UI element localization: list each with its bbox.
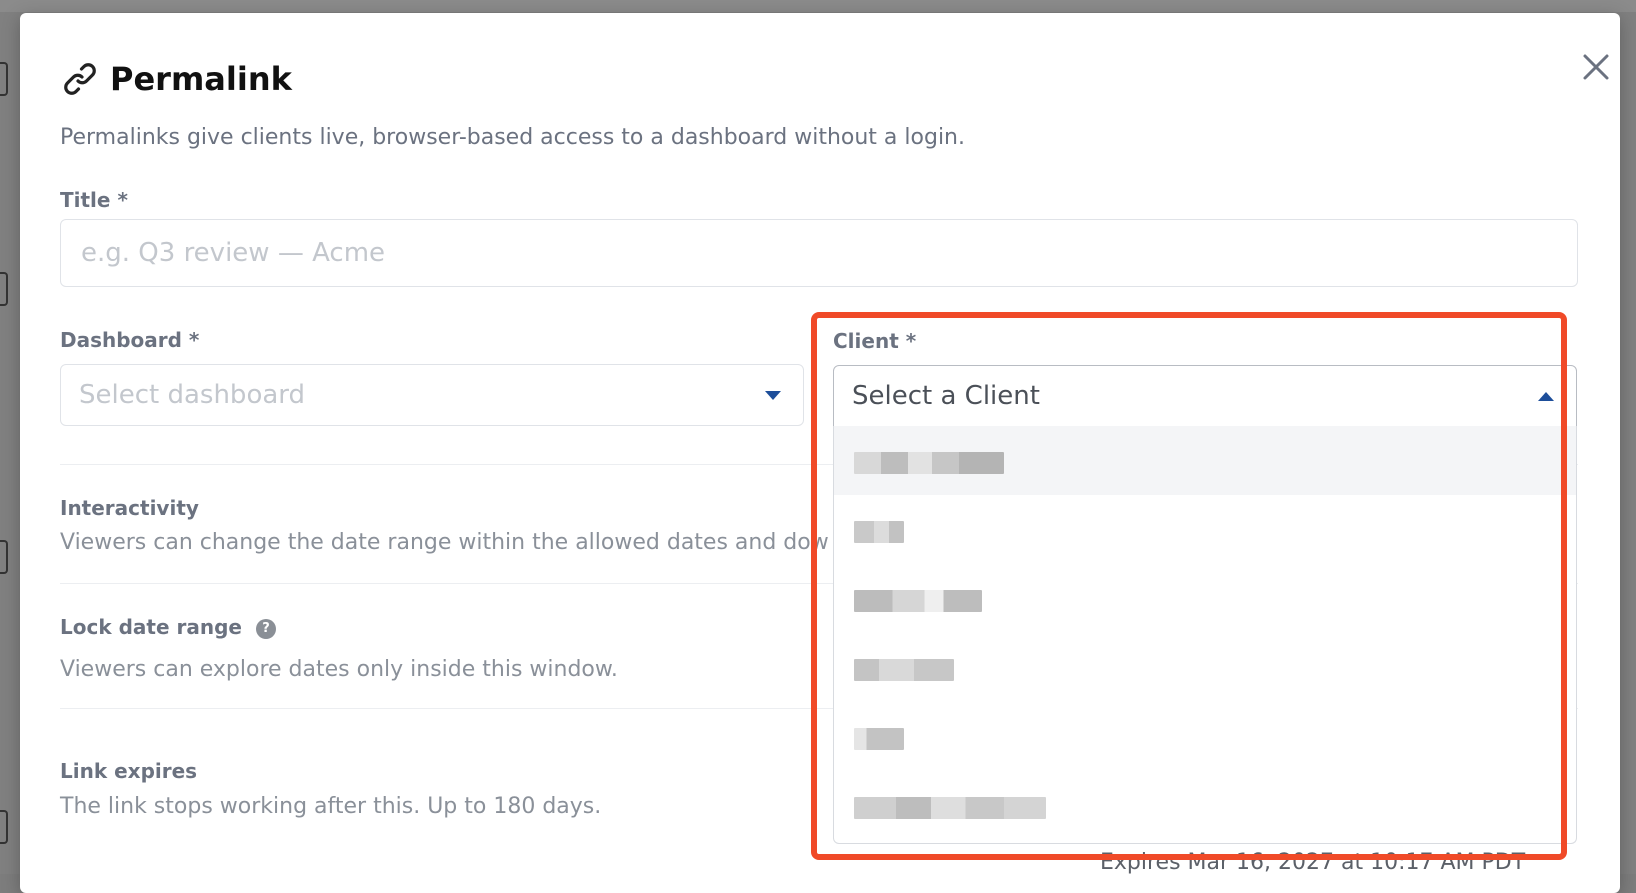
interactivity-description: Viewers can change the date range within…: [60, 530, 829, 555]
client-option[interactable]: [834, 771, 1576, 840]
client-option[interactable]: [834, 426, 1576, 495]
client-option[interactable]: [834, 564, 1576, 633]
client-option[interactable]: [834, 702, 1576, 771]
client-select-placeholder: Select a Client: [852, 381, 1040, 411]
lock-date-range-title: Lock date range?: [60, 615, 276, 639]
caret-up-icon: [1538, 391, 1554, 401]
dashboard-label: Dashboard *: [60, 328, 200, 352]
client-select[interactable]: Select a Client: [833, 365, 1577, 427]
close-button[interactable]: [1576, 47, 1616, 87]
dashboard-select[interactable]: Select dashboard: [60, 364, 804, 426]
client-option[interactable]: [834, 633, 1576, 702]
help-icon[interactable]: ?: [255, 618, 276, 639]
modal-title: Permalink: [110, 60, 292, 98]
redacted-client-name: [854, 590, 982, 612]
modal-header: Permalink: [60, 59, 292, 99]
modal-description: Permalinks give clients live, browser-ba…: [60, 125, 965, 150]
background-edge-control: [0, 272, 8, 306]
link-icon: [64, 63, 96, 95]
lock-date-range-label: Lock date range: [60, 615, 242, 639]
redacted-client-name: [854, 659, 954, 681]
client-field: Client * Select a Client: [811, 315, 1577, 870]
interactivity-title: Interactivity: [60, 496, 199, 520]
redacted-client-name: [854, 797, 1046, 819]
close-icon: [1583, 54, 1609, 80]
background-header: [0, 0, 1636, 12]
background-edge-control: [0, 540, 8, 574]
link-expires-description: The link stops working after this. Up to…: [60, 794, 602, 819]
caret-down-icon: [765, 390, 781, 400]
title-input[interactable]: [60, 219, 1578, 287]
background-edge-control: [0, 810, 8, 844]
lock-date-range-description: Viewers can explore dates only inside th…: [60, 657, 618, 682]
redacted-client-name: [854, 728, 904, 750]
background-edge-control: [0, 62, 8, 96]
redacted-client-name: [854, 452, 1004, 474]
client-option[interactable]: [834, 495, 1576, 564]
title-label: Title *: [60, 188, 128, 212]
redacted-client-name: [854, 521, 904, 543]
dashboard-select-placeholder: Select dashboard: [79, 380, 306, 410]
client-dropdown-menu: [833, 426, 1577, 844]
link-expires-title: Link expires: [60, 759, 198, 783]
client-label: Client *: [833, 329, 917, 353]
